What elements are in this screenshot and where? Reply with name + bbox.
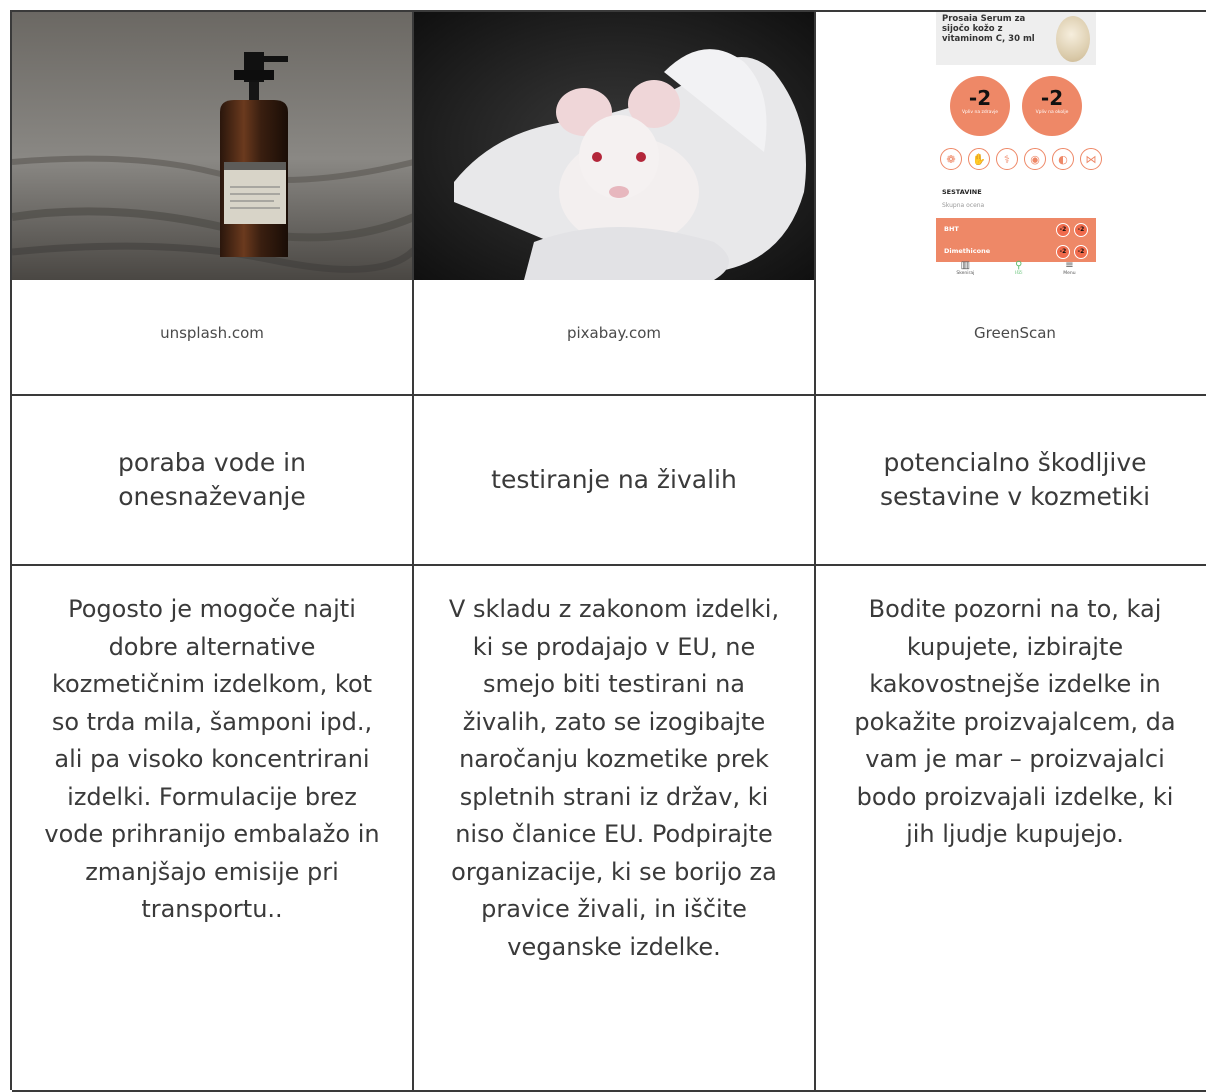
product-image [1056,16,1090,62]
environment-score-badge: -2 Vpliv na okolje [1022,76,1082,136]
ingredient-score: -2 [1056,223,1070,237]
ingredient-score: -2 [1056,245,1070,259]
image-cell-mouse: pixabay.com [414,12,816,396]
topic-body-cell: Bodite pozorni na to, kaj kupujete, izbi… [816,566,1206,1092]
image-source-caption: unsplash.com [160,324,264,342]
health-score-value: -2 [968,86,992,110]
bottle-photo [12,12,412,280]
hand-icon: ✋ [968,148,990,170]
fish-icon: ⋈ [1080,148,1102,170]
image-cell-bottle: unsplash.com [12,12,414,396]
product-header: Prosaia Serum za sijočo kožo z vitaminom… [936,12,1096,65]
topic-body: Bodite pozorni na to, kaj kupujete, izbi… [854,595,1176,848]
lab-mouse-photo [414,12,814,280]
ingredient-name: Dimethicone [944,247,991,255]
topic-title-cell: poraba vode in onesnaževanje [12,396,414,566]
topic-body: V skladu z zakonom izdelki, ki se prodaj… [448,595,780,961]
topic-title: poraba vode in onesnaževanje [118,448,306,511]
image-source-caption: GreenScan [974,324,1056,342]
app-bottom-nav: ▥ Skeniraj ⚲ Išči ≡ Menu [936,260,1096,276]
image-source-caption: pixabay.com [566,324,661,342]
embryo-icon: ◐ [1052,148,1074,170]
barcode-icon: ▥ [960,260,971,271]
search-icon: ⚲ [1015,260,1023,271]
ingredient-score: -2 [1074,245,1088,259]
image-cell-app: Prosaia Serum za sijočo kožo z vitaminom… [816,12,1206,396]
lungs-icon: ❁ [940,148,962,170]
topic-body-cell: V skladu z zakonom izdelki, ki se prodaj… [414,566,816,1092]
ingredient-name: BHT [944,225,959,233]
ingredient-row[interactable]: BHT -2 -2 [936,218,1096,240]
product-name: Prosaia Serum za sijočo kožo z vitaminom… [942,14,1035,44]
ingredient-score: -2 [1074,223,1088,237]
dna-icon: ⚕ [996,148,1018,170]
comparison-table: unsplash.com pixabay.com Prosaia Serum z… [10,10,1206,1092]
greenscan-app-screenshot: Prosaia Serum za sijočo kožo z vitaminom… [936,12,1102,280]
topic-title: testiranje na živalih [491,465,737,494]
topic-title: potencialno škodljive sestavine v kozmet… [879,448,1151,511]
overall-rating-label: Skupna ocena [942,202,985,209]
ingredients-heading: SESTAVINE [942,188,982,196]
environment-score-label: Vpliv na okolje [1035,110,1069,115]
topic-title-cell: testiranje na živalih [414,396,816,566]
nav-scan[interactable]: ▥ Skeniraj [956,260,974,276]
menu-icon: ≡ [1065,260,1074,271]
ingredient-row[interactable]: Dimethicone -2 -2 [936,240,1096,262]
topic-body-cell: Pogosto je mogoče najti dobre alternativ… [12,566,414,1092]
impact-icons: ❁ ✋ ⚕ ◉ ◐ ⋈ [940,148,1102,170]
skin-icon: ◉ [1024,148,1046,170]
topic-body: Pogosto je mogoče najti dobre alternativ… [44,595,380,923]
nav-search[interactable]: ⚲ Išči [1015,260,1022,276]
nav-menu[interactable]: ≡ Menu [1063,260,1075,276]
topic-title-cell: potencialno škodljive sestavine v kozmet… [816,396,1206,566]
environment-score-value: -2 [1040,86,1064,110]
health-score-badge: -2 Vpliv na zdravje [950,76,1010,136]
health-score-label: Vpliv na zdravje [961,110,999,115]
